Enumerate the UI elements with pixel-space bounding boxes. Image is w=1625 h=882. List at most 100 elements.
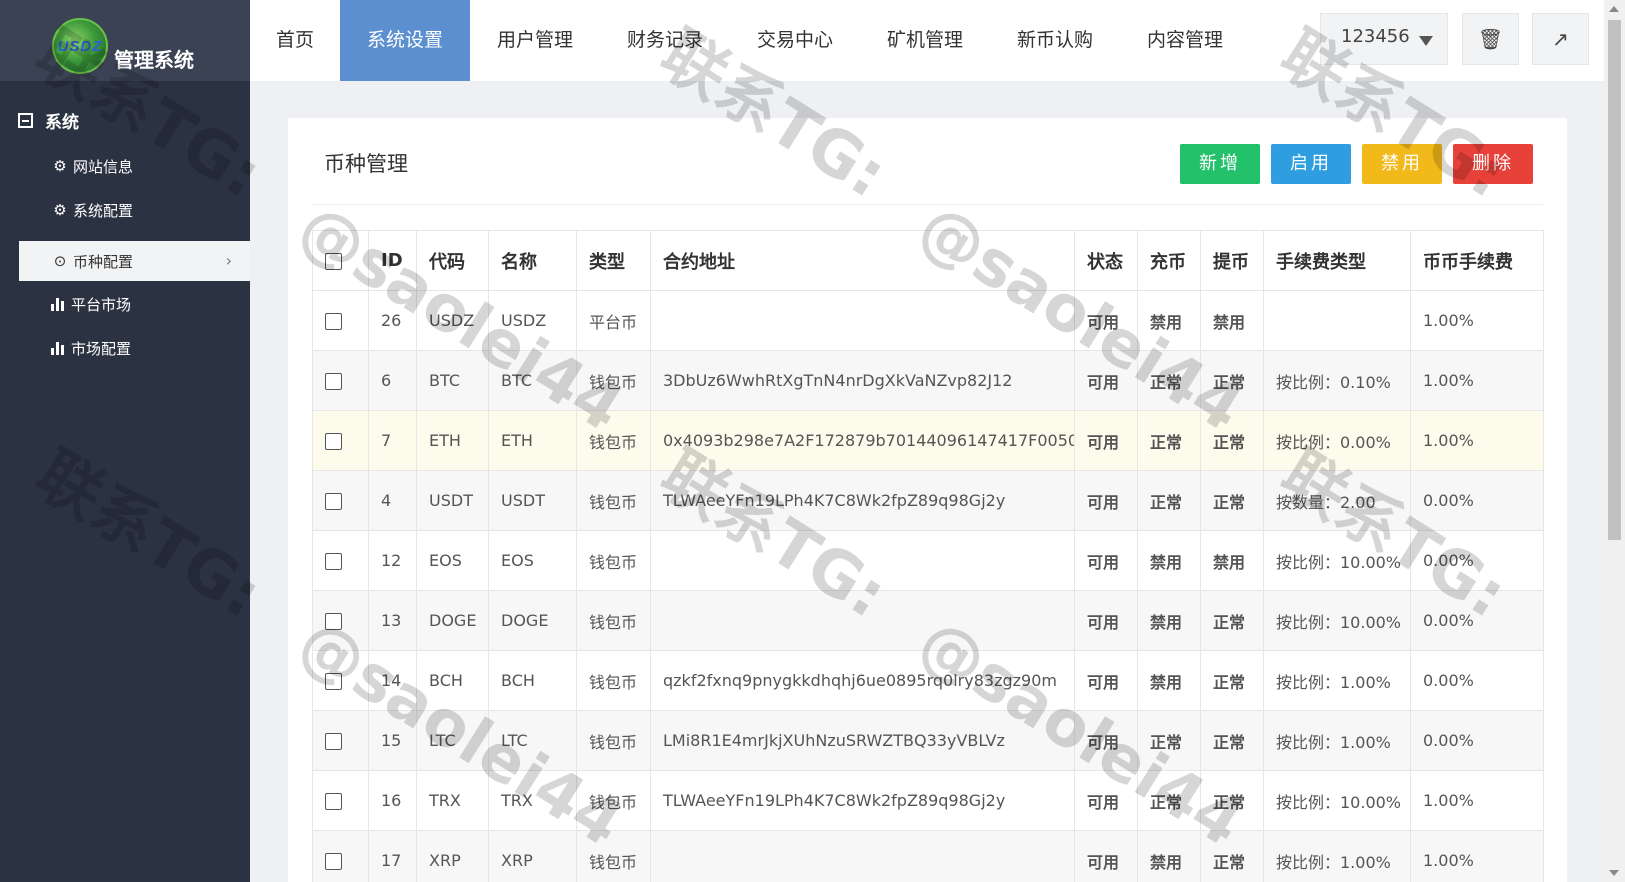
- coin-management-panel: 币种管理 新增 启用 禁用 删除 ID 代码 名称 类型 合约地址 状态 充币 …: [288, 118, 1567, 882]
- cell-deposit: 禁用: [1137, 290, 1201, 351]
- enable-button[interactable]: 启用: [1271, 144, 1351, 184]
- select-all-checkbox-cell[interactable]: [312, 230, 369, 291]
- row-checkbox[interactable]: [325, 853, 342, 870]
- collapse-icon: [18, 113, 33, 128]
- cell-id: 4: [368, 470, 417, 531]
- cell-fee-type: 按比例：0.00%: [1263, 410, 1411, 471]
- row-checkbox[interactable]: [325, 793, 342, 810]
- nav-new-coin-subscription[interactable]: 新币认购: [990, 0, 1120, 81]
- sidebar-item-label: 系统配置: [73, 201, 134, 220]
- cell-code: BTC: [416, 350, 489, 411]
- scroll-thumb[interactable]: [1608, 20, 1621, 540]
- nav-user-management[interactable]: 用户管理: [470, 0, 600, 81]
- logout-button[interactable]: ↗: [1532, 13, 1589, 65]
- disable-button[interactable]: 禁用: [1362, 144, 1442, 184]
- sidebar-item-label: 币种配置: [73, 252, 134, 271]
- cell-name: LTC: [488, 710, 577, 771]
- caret-down-icon: [1419, 36, 1433, 46]
- cell-name: USDT: [488, 470, 577, 531]
- cell-deposit: 正常: [1137, 770, 1201, 831]
- table-row[interactable]: 14 BCH BCH 钱包币 qzkf2fxnq9pnygkkdhqhj6ue0895r…: [312, 650, 1544, 711]
- row-checkbox-cell[interactable]: [312, 650, 369, 711]
- row-checkbox-cell[interactable]: [312, 830, 369, 882]
- sidebar-item-system-config[interactable]: ⚙ 系统配置: [19, 190, 250, 230]
- row-checkbox[interactable]: [325, 493, 342, 510]
- nav-system-settings[interactable]: 系统设置: [340, 0, 470, 81]
- cell-code: ETH: [416, 410, 489, 471]
- cell-address: 3DbUz6WwhRtXgTnN4nrDgXkVaNZvp82J12: [650, 350, 1075, 411]
- cell-fee: 0.00%: [1410, 590, 1544, 651]
- cell-address: [650, 830, 1075, 882]
- user-dropdown[interactable]: 123456: [1320, 13, 1448, 65]
- cell-deposit: 正常: [1137, 470, 1201, 531]
- table-row[interactable]: 7 ETH ETH 钱包币 0x4093b298e7A2F172879b70144096…: [312, 410, 1544, 471]
- scroll-up-icon[interactable]: [1609, 6, 1619, 12]
- row-checkbox-cell[interactable]: [312, 770, 369, 831]
- table-row[interactable]: 4 USDT USDT 钱包币 TLWAeeYFn19LPh4K7C8Wk2fpZ89q…: [312, 470, 1544, 531]
- cell-status: 可用: [1074, 590, 1138, 651]
- page-scrollbar[interactable]: [1604, 0, 1625, 882]
- cell-address: qzkf2fxnq9pnygkkdhqhj6ue0895rq0lry83zgz9…: [650, 650, 1075, 711]
- row-checkbox[interactable]: [325, 733, 342, 750]
- delete-button[interactable]: 删除: [1453, 144, 1533, 184]
- table-row[interactable]: 26 USDZ USDZ 平台币 可用 禁用 禁用 1.00%: [312, 290, 1544, 351]
- add-button[interactable]: 新增: [1180, 144, 1260, 184]
- table-row[interactable]: 12 EOS EOS 钱包币 可用 禁用 禁用 按比例：10.00% 0.00%: [312, 530, 1544, 591]
- row-checkbox[interactable]: [325, 373, 342, 390]
- row-checkbox-cell[interactable]: [312, 290, 369, 351]
- row-checkbox-cell[interactable]: [312, 710, 369, 771]
- cell-deposit: 禁用: [1137, 530, 1201, 591]
- cell-status: 可用: [1074, 290, 1138, 351]
- nav-miner-management[interactable]: 矿机管理: [860, 0, 990, 81]
- row-checkbox[interactable]: [325, 433, 342, 450]
- target-icon: ⊙: [53, 252, 67, 270]
- cell-name: EOS: [488, 530, 577, 591]
- row-checkbox-cell[interactable]: [312, 590, 369, 651]
- cell-status: 可用: [1074, 710, 1138, 771]
- sidebar-item-coin-config[interactable]: ⊙ 币种配置 ›: [19, 241, 250, 281]
- row-checkbox-cell[interactable]: [312, 350, 369, 411]
- gear-icon: ⚙: [53, 201, 67, 219]
- row-checkbox-cell[interactable]: [312, 410, 369, 471]
- sidebar-section-system[interactable]: 系统: [18, 108, 79, 133]
- cell-type: 钱包币: [576, 350, 651, 411]
- cell-name: BTC: [488, 350, 577, 411]
- table-row[interactable]: 16 TRX TRX 钱包币 TLWAeeYFn19LPh4K7C8Wk2fpZ89q9…: [312, 770, 1544, 831]
- cell-name: USDZ: [488, 290, 577, 351]
- nav-home[interactable]: 首页: [250, 0, 340, 81]
- cell-code: USDZ: [416, 290, 489, 351]
- col-id: ID: [368, 230, 417, 291]
- sidebar-item-market-config[interactable]: 市场配置: [19, 328, 250, 368]
- row-checkbox[interactable]: [325, 553, 342, 570]
- cell-code: USDT: [416, 470, 489, 531]
- row-checkbox[interactable]: [325, 673, 342, 690]
- row-checkbox[interactable]: [325, 313, 342, 330]
- logo-area: USDZ 管理系统: [0, 0, 250, 81]
- table-row[interactable]: 17 XRP XRP 钱包币 可用 禁用 正常 按比例：1.00% 1.00%: [312, 830, 1544, 882]
- nav-finance-records[interactable]: 财务记录: [600, 0, 730, 81]
- row-checkbox-cell[interactable]: [312, 530, 369, 591]
- cell-fee-type: 按比例：1.00%: [1263, 830, 1411, 882]
- col-fee-type: 手续费类型: [1263, 230, 1411, 291]
- clear-cache-button[interactable]: 🗑: [1462, 13, 1519, 65]
- scroll-down-icon[interactable]: [1609, 870, 1619, 876]
- row-checkbox[interactable]: [325, 613, 342, 630]
- table-row[interactable]: 15 LTC LTC 钱包币 LMi8R1E4mrJkjXUhNzuSRWZTBQ33y…: [312, 710, 1544, 771]
- nav-trading-center[interactable]: 交易中心: [730, 0, 860, 81]
- sidebar-item-platform-market[interactable]: 平台市场: [19, 284, 250, 324]
- cell-fee-type: 按比例：1.00%: [1263, 710, 1411, 771]
- cell-status: 可用: [1074, 470, 1138, 531]
- cell-address: LMi8R1E4mrJkjXUhNzuSRWZTBQ33yVBLVz: [650, 710, 1075, 771]
- logo-text: USDZ: [57, 38, 103, 55]
- row-checkbox-cell[interactable]: [312, 470, 369, 531]
- cell-fee-type: 按比例：10.00%: [1263, 590, 1411, 651]
- table-row[interactable]: 6 BTC BTC 钱包币 3DbUz6WwhRtXgTnN4nrDgXkVaNZvp8…: [312, 350, 1544, 411]
- table-row[interactable]: 13 DOGE DOGE 钱包币 可用 禁用 正常 按比例：10.00% 0.00%: [312, 590, 1544, 651]
- col-address: 合约地址: [650, 230, 1075, 291]
- cell-deposit: 正常: [1137, 410, 1201, 471]
- nav-content-management[interactable]: 内容管理: [1120, 0, 1250, 81]
- sidebar-item-site-info[interactable]: ⚙ 网站信息: [19, 146, 250, 186]
- select-all-checkbox[interactable]: [325, 252, 342, 270]
- cell-id: 15: [368, 710, 417, 771]
- bar-chart-icon: [51, 297, 67, 311]
